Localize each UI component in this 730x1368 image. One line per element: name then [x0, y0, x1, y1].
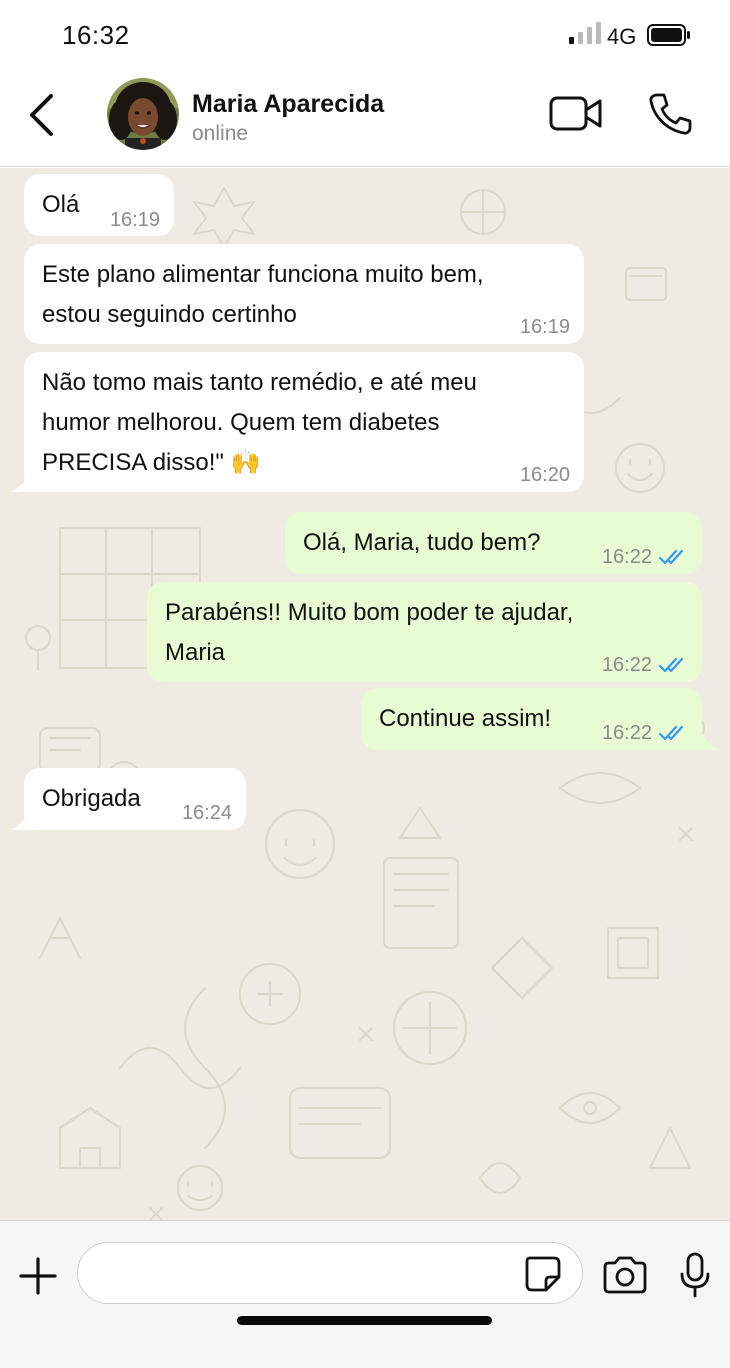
- network-type: 4G: [607, 24, 637, 49]
- message-text: Não tomo mais tanto remédio, e até meu: [42, 369, 477, 396]
- message-time: 16:22: [601, 654, 652, 676]
- sticker-icon[interactable]: [524, 1255, 562, 1293]
- message-bubble-incoming[interactable]: Este plano alimentar funciona muito bem,…: [24, 244, 584, 344]
- home-indicator[interactable]: [237, 1316, 492, 1325]
- message-time: 16:19: [109, 209, 160, 231]
- plus-icon[interactable]: [18, 1256, 58, 1296]
- message-meta: 16:22: [602, 544, 688, 570]
- video-camera-icon[interactable]: [549, 95, 603, 133]
- message-bubble-outgoing[interactable]: Continue assim! 16:22: [361, 688, 702, 750]
- message-meta: 16:19: [110, 207, 160, 233]
- message-meta: 16:24: [182, 800, 232, 826]
- message-text: Parabéns!! Muito bom poder te ajudar,: [165, 599, 574, 626]
- message-meta: 16:22: [602, 652, 688, 678]
- message-bubble-incoming[interactable]: Obrigada 16:24: [24, 768, 246, 830]
- message-meta: 16:22: [602, 720, 688, 746]
- message-bubble-outgoing[interactable]: Olá, Maria, tudo bem? 16:22: [285, 512, 702, 574]
- contact-name[interactable]: Maria Aparecida: [192, 90, 384, 119]
- contact-status: online: [192, 122, 249, 145]
- double-check-icon: [658, 725, 684, 741]
- message-text: estou seguindo certinho: [42, 301, 297, 328]
- message-time: 16:22: [601, 546, 652, 568]
- avatar[interactable]: [107, 78, 179, 150]
- chat-area[interactable]: Olá 16:19 Este plano alimentar funciona …: [0, 168, 730, 1220]
- message-bubble-incoming[interactable]: Não tomo mais tanto remédio, e até meu h…: [24, 352, 584, 492]
- message-meta: 16:20: [520, 462, 570, 488]
- status-bar: 16:32 4G: [0, 0, 730, 70]
- message-bubble-outgoing[interactable]: Parabéns!! Muito bom poder te ajudar, Ma…: [147, 582, 702, 682]
- message-time: 16:20: [519, 464, 570, 486]
- message-text: humor melhorou. Quem tem diabetes: [42, 409, 440, 436]
- input-bar: [0, 1220, 730, 1368]
- message-input[interactable]: [77, 1242, 583, 1304]
- message-text: PRECISA disso!" 🙌: [42, 449, 261, 476]
- message-time: 16:19: [519, 316, 570, 338]
- message-meta: 16:19: [520, 314, 570, 340]
- double-check-icon: [658, 549, 684, 565]
- signal-bars-icon: [569, 22, 601, 44]
- camera-icon[interactable]: [602, 1255, 648, 1295]
- status-time: 16:32: [62, 20, 130, 50]
- message-time: 16:24: [181, 802, 232, 824]
- bubble-tail: [692, 726, 720, 750]
- chat-header: Maria Aparecida online: [0, 70, 730, 167]
- microphone-icon[interactable]: [678, 1252, 712, 1298]
- chevron-left-icon[interactable]: [24, 92, 60, 138]
- message-bubble-incoming[interactable]: Olá 16:19: [24, 174, 174, 236]
- message-time: 16:22: [601, 722, 652, 744]
- phone-icon[interactable]: [648, 92, 692, 136]
- battery-icon: [647, 24, 690, 46]
- message-text: Este plano alimentar funciona muito bem,: [42, 261, 484, 288]
- double-check-icon: [658, 657, 684, 673]
